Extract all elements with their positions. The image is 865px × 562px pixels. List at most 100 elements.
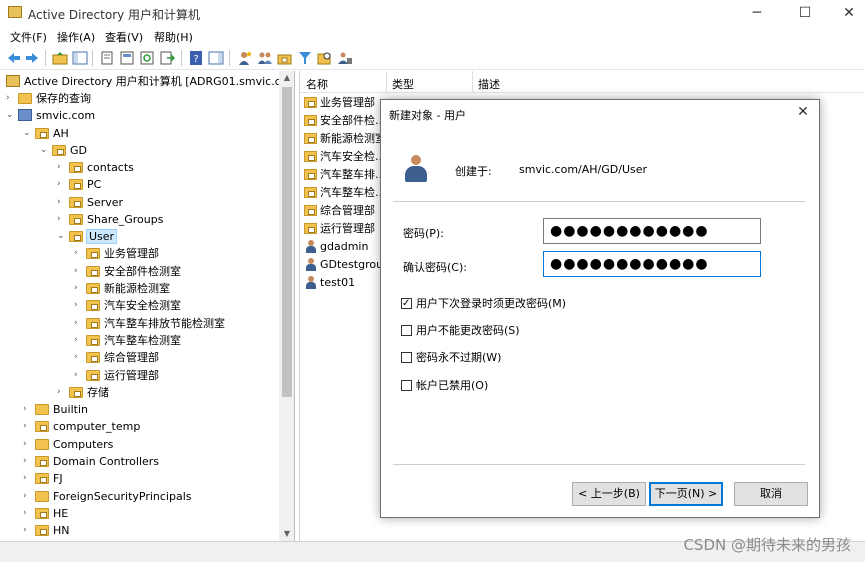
list-item[interactable]: 汽车整车排... [304, 166, 386, 184]
expand-arrow-icon[interactable]: › [57, 211, 67, 228]
list-item[interactable]: 综合管理部 [304, 202, 375, 220]
copy-icon[interactable] [99, 50, 115, 66]
list-item[interactable]: gdadmin [304, 238, 368, 256]
scroll-up-arrow-icon[interactable]: ▲ [279, 71, 294, 85]
checkbox-checked-icon[interactable] [401, 296, 412, 312]
minimize-button[interactable]: ─ [742, 3, 772, 23]
tree-ou-item[interactable]: › 业务管理部 [74, 245, 159, 262]
filter-icon[interactable] [297, 50, 313, 66]
menu-help[interactable]: 帮助(H) [154, 29, 193, 45]
tree-ou-item[interactable]: › Server [57, 194, 123, 211]
menu-file[interactable]: 文件(F) [10, 29, 47, 45]
list-item[interactable]: 安全部件检... [304, 112, 386, 130]
tree-ou-item[interactable]: › 运行管理部 [74, 367, 159, 384]
collapse-arrow-icon[interactable]: ⌄ [40, 142, 50, 159]
column-separator[interactable] [386, 71, 387, 93]
tree-ou-item[interactable]: › 新能源检测室 [74, 280, 170, 297]
new-user-icon[interactable] [237, 50, 253, 66]
checkbox-must-change-password[interactable]: 用户下次登录时须更改密码(M) [401, 296, 566, 312]
refresh-icon[interactable] [139, 50, 155, 66]
help-icon[interactable]: ? [188, 50, 204, 66]
expand-arrow-icon[interactable]: › [23, 436, 33, 453]
expand-arrow-icon[interactable]: › [23, 522, 33, 539]
checkbox-unchecked-icon[interactable] [401, 380, 412, 391]
new-ou-icon[interactable] [277, 50, 293, 66]
expand-arrow-icon[interactable]: › [23, 401, 33, 418]
tree-domain[interactable]: ⌄ smvic.com [6, 107, 95, 124]
checkbox-account-disabled[interactable]: 帐户已禁用(O) [401, 378, 488, 394]
checkbox-unchecked-icon[interactable] [401, 352, 412, 363]
confirm-password-field[interactable]: ●●●●●●●●●●●● [543, 251, 761, 277]
expand-arrow-icon[interactable]: › [74, 367, 84, 384]
tree-ou-item[interactable]: › Share_Groups [57, 211, 163, 228]
column-separator[interactable] [472, 71, 473, 93]
tree-ou-user[interactable]: ⌄ User [57, 228, 118, 245]
expand-arrow-icon[interactable]: › [57, 384, 67, 401]
list-item[interactable]: test01 [304, 274, 355, 292]
menu-action[interactable]: 操作(A) [57, 29, 95, 45]
folder-up-icon[interactable] [52, 50, 68, 66]
scroll-down-arrow-icon[interactable]: ▼ [279, 527, 294, 541]
expand-arrow-icon[interactable]: › [57, 194, 67, 211]
tree-ou-ah[interactable]: ⌄ AH [23, 125, 69, 142]
action-pane-icon[interactable] [208, 50, 224, 66]
tree-container[interactable]: › HN [23, 522, 70, 539]
properties-icon[interactable] [119, 50, 135, 66]
expand-arrow-icon[interactable]: › [6, 90, 16, 107]
column-type[interactable]: 类型 [392, 76, 414, 92]
list-item[interactable]: 业务管理部 [304, 94, 375, 112]
list-item[interactable]: GDtestgroup [304, 256, 390, 274]
tree-container[interactable]: › FJ [23, 470, 63, 487]
tree-container[interactable]: › Builtin [23, 401, 88, 418]
tree-ou-item[interactable]: › contacts [57, 159, 134, 176]
collapse-arrow-icon[interactable]: ⌄ [23, 125, 33, 142]
tree-ou-item[interactable]: › 安全部件检测室 [74, 263, 181, 280]
menu-view[interactable]: 查看(V) [105, 29, 143, 45]
expand-arrow-icon[interactable]: › [74, 280, 84, 297]
expand-arrow-icon[interactable]: › [23, 488, 33, 505]
back-button[interactable]: < 上一步(B) [572, 482, 646, 506]
console-tree[interactable]: Active Directory 用户和计算机 [ADRG01.smvic.co… [0, 71, 295, 541]
checkbox-password-never-expires[interactable]: 密码永不过期(W) [401, 350, 501, 366]
expand-arrow-icon[interactable]: › [57, 176, 67, 193]
maximize-button[interactable]: ☐ [790, 3, 820, 23]
list-item[interactable]: 运行管理部 [304, 220, 375, 238]
column-description[interactable]: 描述 [478, 76, 500, 92]
checkbox-unchecked-icon[interactable] [401, 325, 412, 336]
tree-ou-gd[interactable]: ⌄ GD [40, 142, 87, 159]
close-button[interactable]: ✕ [834, 3, 864, 23]
collapse-arrow-icon[interactable]: ⌄ [6, 107, 16, 124]
expand-arrow-icon[interactable]: › [74, 332, 84, 349]
tree-container[interactable]: › Domain Controllers [23, 453, 159, 470]
list-item[interactable]: 汽车整车检... [304, 184, 386, 202]
tree-scrollbar[interactable]: ▲ ▼ [279, 71, 294, 541]
tree-ou-storage[interactable]: › 存储 [57, 384, 109, 401]
tree-container[interactable]: › HE [23, 505, 68, 522]
next-button[interactable]: 下一页(N) > [649, 482, 723, 506]
list-item[interactable]: 新能源检测室 [304, 130, 386, 148]
tree-container[interactable]: › ForeignSecurityPrincipals [23, 488, 192, 505]
collapse-arrow-icon[interactable]: ⌄ [57, 228, 67, 245]
tree-ou-item[interactable]: › 汽车安全检测室 [74, 297, 181, 314]
list-item[interactable]: 汽车安全检... [304, 148, 386, 166]
column-name[interactable]: 名称 [306, 76, 328, 92]
tree-container[interactable]: › computer_temp [23, 418, 140, 435]
expand-arrow-icon[interactable]: › [74, 297, 84, 314]
tree-ou-item[interactable]: › 汽车整车检测室 [74, 332, 181, 349]
delegate-icon[interactable] [337, 50, 353, 66]
checkbox-cannot-change-password[interactable]: 用户不能更改密码(S) [401, 323, 520, 339]
tree-root[interactable]: Active Directory 用户和计算机 [ADRG01.smvic.co… [4, 73, 294, 90]
expand-arrow-icon[interactable]: › [74, 245, 84, 262]
expand-arrow-icon[interactable]: › [23, 418, 33, 435]
console-tree-icon[interactable] [72, 50, 88, 66]
export-icon[interactable] [159, 50, 175, 66]
expand-arrow-icon[interactable]: › [23, 470, 33, 487]
tree-ou-item[interactable]: › PC [57, 176, 101, 193]
expand-arrow-icon[interactable]: › [23, 453, 33, 470]
forward-arrow-icon[interactable] [24, 50, 40, 66]
dialog-close-icon[interactable]: ✕ [793, 103, 813, 121]
back-arrow-icon[interactable] [6, 50, 22, 66]
new-group-icon[interactable] [257, 50, 273, 66]
expand-arrow-icon[interactable]: › [74, 315, 84, 332]
tree-ou-item[interactable]: › 汽车整车排放节能检测室 [74, 315, 225, 332]
